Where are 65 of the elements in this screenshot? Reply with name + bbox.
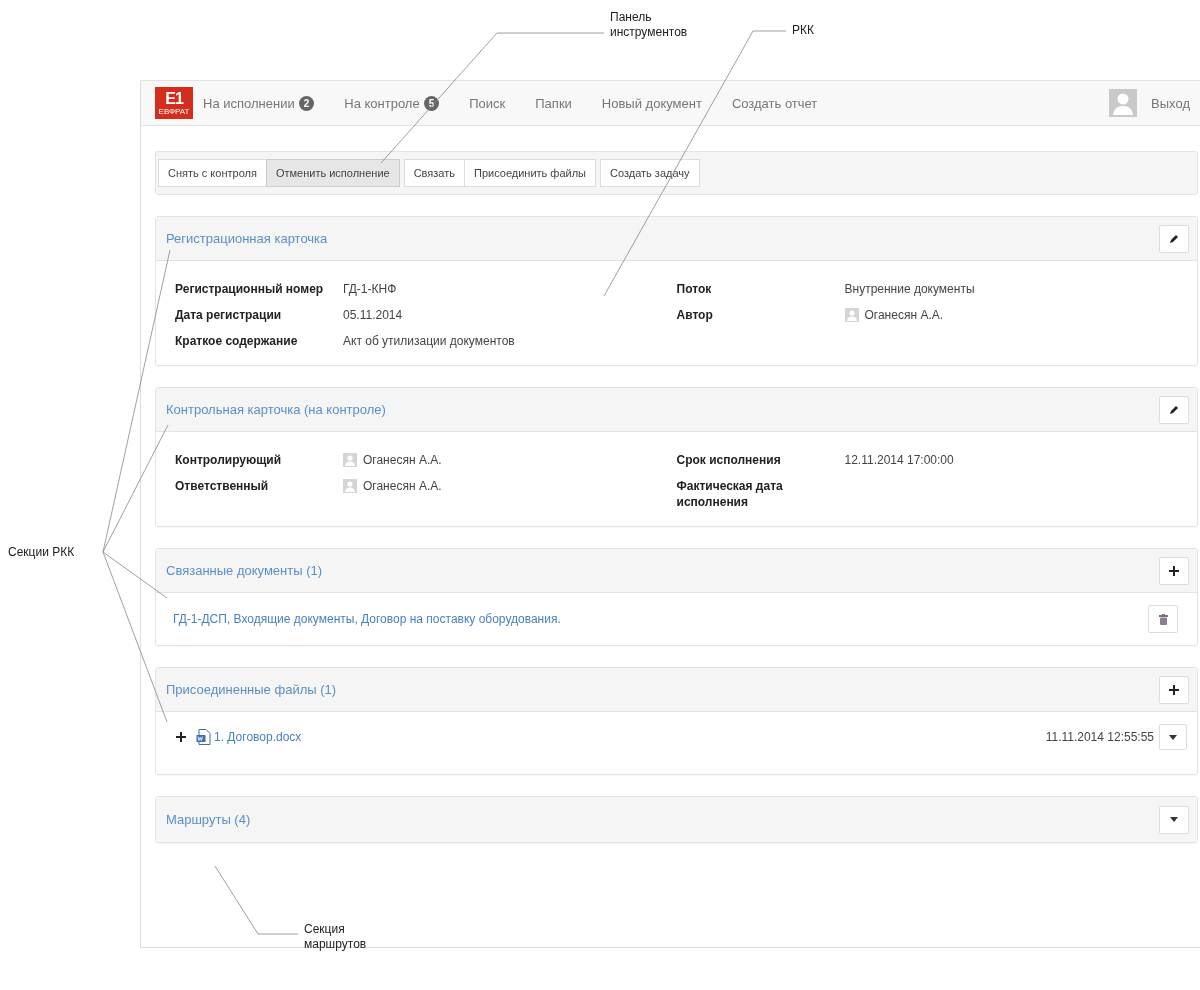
toolbar-button[interactable]: Снять с контроля [158,159,267,187]
logo-caption: ЕВФРАТ [158,106,190,116]
pencil-icon [1169,233,1179,244]
person-icon [343,479,357,493]
logo-mark: E1 [165,90,183,107]
field-value: Внутренние документы [844,281,975,297]
dropdown-button[interactable] [1159,724,1187,750]
expand-plus-icon[interactable] [176,732,186,742]
section-title[interactable]: Присоединенные файлы (1) [166,682,337,697]
field-value: Оганесян А.А. [363,478,442,494]
edit-button[interactable] [1159,395,1189,424]
field-value: Оганесян А.А. [363,452,442,468]
trash-icon [1158,613,1168,625]
field-value: ГД-1-КНФ [343,281,397,297]
delete-button[interactable] [1148,605,1178,633]
callout-label: Панель инструментов [610,10,689,40]
person-icon [343,453,357,467]
linked-document-link[interactable]: ГД-1-ДСП, Входящие документы, Договор на поставку оборудования. [173,612,561,626]
toolbar-button[interactable]: Связать [403,159,465,187]
nav-link[interactable]: Новый документ [601,95,702,111]
field-value: Оганесян А.А. [864,307,944,323]
section-title[interactable]: Связанные документы (1) [166,563,323,578]
field-label: Срок исполнения [676,452,782,468]
file-date: 11.11.2014 12:55:55 [1045,730,1154,744]
toolbar-button[interactable]: Отменить исполнение [265,159,400,187]
toolbar-button[interactable]: Создать задачу [600,159,700,187]
add-button[interactable] [1159,675,1189,704]
logout-link[interactable]: Выход [1151,95,1190,111]
nav-link[interactable]: На контроле 5 [344,95,440,111]
file-link[interactable]: 1. Договор.docx [214,730,302,744]
field-label: Контролирующий [175,452,283,468]
field-label: Поток [676,281,713,297]
field-label: Фактическая дата исполнения [676,478,784,510]
plus-icon [1169,565,1179,576]
word-document-icon [196,729,211,745]
nav-link[interactable]: Поиск [469,95,506,111]
nav-link[interactable]: Создать отчет [731,95,818,111]
plus-icon [1169,684,1179,695]
section-title[interactable]: Маршруты (4) [166,812,251,827]
section-title[interactable]: Контрольная карточка (на контроле) [166,402,386,417]
count-badge: 5 [423,95,440,111]
field-value: Акт об утилизации документов [343,333,515,349]
nav-link[interactable]: На исполнении 2 [203,95,315,111]
toolbar-button[interactable]: Присоединить файлы [463,159,596,187]
callout-label: Секция маршрутов [304,922,368,952]
field-value: 05.11.2014 [343,307,403,323]
callout-label: РКК [792,23,814,38]
field-label: Краткое содержание [175,333,299,349]
user-avatar-icon [1109,89,1138,117]
person-icon [844,308,859,322]
field-value: 12.11.2014 17:00:00 [844,452,954,468]
section-title[interactable]: Регистрационная карточка [166,231,328,246]
field-label: Регистрационный номер [175,281,325,297]
callout-label: Секции РКК [8,545,75,560]
field-label: Ответственный [175,478,270,494]
expand-button[interactable] [1159,805,1189,834]
caret-icon [1169,734,1177,740]
field-label: Дата регистрации [175,307,283,323]
nav-link[interactable]: Папки [535,95,572,111]
edit-button[interactable] [1159,224,1189,253]
pencil-icon [1169,404,1179,415]
count-badge: 2 [298,95,315,111]
caret-icon [1170,817,1178,822]
field-label: Автор [676,307,714,323]
add-button[interactable] [1159,556,1189,585]
